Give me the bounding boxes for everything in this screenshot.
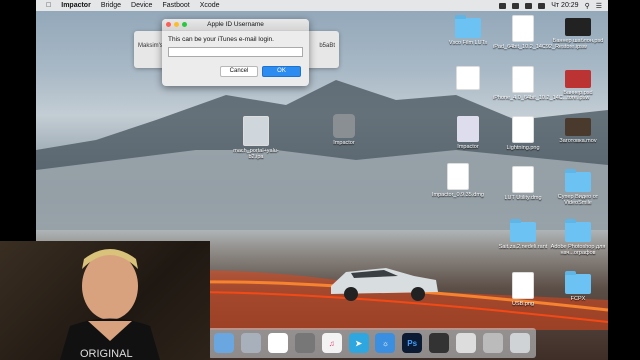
dock: ♫ ➤ ☼ Ps — [208, 328, 536, 358]
desktop-icon-psd-banner-template[interactable]: Баннер шаблон.psd — [548, 18, 608, 44]
drill-icon — [333, 114, 355, 138]
video-thumbnail-icon — [565, 118, 591, 136]
font-book-icon[interactable] — [294, 333, 315, 353]
ipa-file-icon — [243, 116, 269, 146]
device-label: Maksim's — [138, 43, 163, 49]
menu-fastboot[interactable]: Fastboot — [162, 2, 189, 9]
icon-label: Баннер шаблон.psd — [552, 38, 604, 44]
desktop-icon-videosmile[interactable]: Супер Видео от VideoSmile — [548, 169, 608, 206]
dmg-file-icon — [512, 166, 534, 193]
flag-icon[interactable] — [538, 2, 546, 9]
icon-label: Супер Видео от VideoSmile — [557, 194, 599, 206]
letterbox-right — [608, 0, 640, 360]
apple-icon[interactable]:  — [46, 2, 51, 9]
desktop-icon-usb[interactable]: USB.png — [493, 272, 553, 307]
desktop-icon-impactor-app[interactable]: Impactor — [314, 114, 374, 146]
dialog-title: Apple ID Username — [207, 21, 264, 28]
music-file-icon — [456, 66, 480, 90]
menu-xcode[interactable]: Xcode — [200, 2, 220, 9]
desktop-icon-psd-banner[interactable]: Баннер.psd — [548, 70, 608, 96]
desktop-icon-lightning[interactable]: Lightning.png — [493, 116, 553, 151]
itunes-icon[interactable]: ♫ — [321, 333, 342, 353]
icon-label: Impactor — [333, 140, 355, 146]
minimize-icon[interactable] — [174, 22, 179, 27]
menu-impactor[interactable]: Impactor — [61, 2, 91, 9]
icon-label: Заготовка.mov — [559, 138, 597, 144]
icon-label: Lightning.png — [506, 145, 540, 151]
icon-label: Баннер.psd — [563, 90, 593, 96]
finder-icon[interactable] — [214, 333, 235, 353]
car-image — [331, 268, 438, 301]
icon-label: iPad_64bit_10.2_14C92_Restore.ipsw — [493, 44, 587, 50]
photoshop-icon[interactable]: Ps — [402, 333, 423, 353]
wifi-icon[interactable] — [512, 2, 520, 9]
menu-bridge[interactable]: Bridge — [101, 2, 121, 9]
desktop-icon-ipsw-1[interactable]: iPad_64bit_10.2_14C92_Restore.ipsw — [493, 15, 587, 50]
username-input[interactable] — [168, 47, 303, 57]
folder-icon — [455, 15, 481, 38]
apple-id-dialog: Apple ID Username This can be your iTune… — [162, 19, 309, 86]
shirt-text: ORIGINAL — [80, 348, 133, 360]
desktop-icon-sait[interactable]: Sait.za.2.nedeli.rant — [493, 219, 553, 250]
final-cut-icon[interactable] — [429, 333, 450, 353]
folder-icon — [565, 169, 591, 192]
menu-device[interactable]: Device — [131, 2, 152, 9]
desktop-icon-disk[interactable]: Impactor — [438, 116, 498, 150]
screenshot:  Impactor Bridge Device Fastboot Xcode … — [0, 0, 640, 360]
dialog-titlebar: Apple ID Username — [162, 19, 309, 31]
icon-label: Impactor_0.9.35.dmg — [432, 192, 484, 198]
trash-icon[interactable] — [509, 333, 530, 353]
icon-label: USB.png — [511, 301, 534, 307]
cancel-button[interactable]: Cancel — [220, 66, 258, 77]
icon-label: Sait.za.2.nedeli.rant — [498, 244, 548, 250]
safari-icon[interactable]: ☼ — [375, 333, 396, 353]
desktop-icon-ipa[interactable]: mach_portal+yalu-b2.ipa — [226, 116, 286, 160]
dialog-message: This can be your iTunes e-mail login. — [168, 36, 274, 43]
icon-label: Vsco Film LUTs — [448, 40, 488, 46]
image-capture-icon[interactable] — [482, 333, 503, 353]
desktop-icon-impactor-dmg[interactable]: Impactor_0.9.35.dmg — [428, 163, 488, 198]
menu-clock[interactable]: Чт 20:29 — [551, 2, 578, 9]
png-file-icon — [512, 116, 534, 143]
presenter-image: ORIGINAL — [60, 249, 160, 360]
device-id: b5aBt — [319, 43, 335, 49]
folder-icon — [565, 271, 591, 294]
folder-icon — [565, 219, 591, 242]
preview-icon[interactable] — [455, 333, 476, 353]
icon-label: Adobe Photoshop для нач...ографов — [550, 244, 606, 256]
search-icon[interactable]: ⚲ — [585, 2, 590, 10]
status-icon[interactable] — [499, 2, 507, 9]
desktop-icon-lut-dmg[interactable]: LUT Utility.dmg — [493, 166, 553, 201]
desktop-icon-audio[interactable] — [438, 66, 498, 92]
desktop-icon-photoshop-course[interactable]: Adobe Photoshop для нач...ографов — [548, 219, 608, 256]
icon-label: LUT Utility.dmg — [504, 195, 542, 201]
desktop-icon-mov[interactable]: Заготовка.mov — [548, 118, 608, 144]
ipsw-file-icon — [512, 66, 534, 93]
close-icon[interactable] — [166, 22, 171, 27]
folder-icon — [510, 219, 536, 242]
psd-thumbnail-icon — [565, 70, 591, 88]
disk-icon — [457, 116, 479, 142]
desktop-icon-ipsw-2[interactable]: iPhone_4.0_64bit_10.2_14C...tore.ipsw — [493, 66, 589, 101]
dmg-file-icon — [447, 163, 469, 190]
png-file-icon — [512, 272, 534, 299]
battery-icon[interactable] — [525, 2, 533, 9]
telegram-icon[interactable]: ➤ — [348, 333, 369, 353]
calendar-icon[interactable] — [268, 333, 289, 353]
desktop-icon-vsco[interactable]: Vsco Film LUTs — [438, 15, 498, 46]
icon-label: mach_portal+yalu-b2.ipa — [233, 148, 279, 160]
ipsw-file-icon — [512, 15, 534, 42]
icon-label: Impactor — [457, 144, 479, 150]
zoom-icon[interactable] — [182, 22, 187, 27]
webcam-overlay: ORIGINAL — [0, 241, 210, 360]
list-icon[interactable]: ☰ — [596, 2, 602, 10]
icon-label: FCPX — [570, 296, 586, 302]
desktop-icon-fcpx[interactable]: FCPX — [548, 271, 608, 302]
psd-thumbnail-icon — [565, 18, 591, 36]
ok-button[interactable]: OK — [262, 66, 301, 77]
menu-bar:  Impactor Bridge Device Fastboot Xcode … — [36, 0, 608, 11]
launchpad-icon[interactable] — [241, 333, 262, 353]
